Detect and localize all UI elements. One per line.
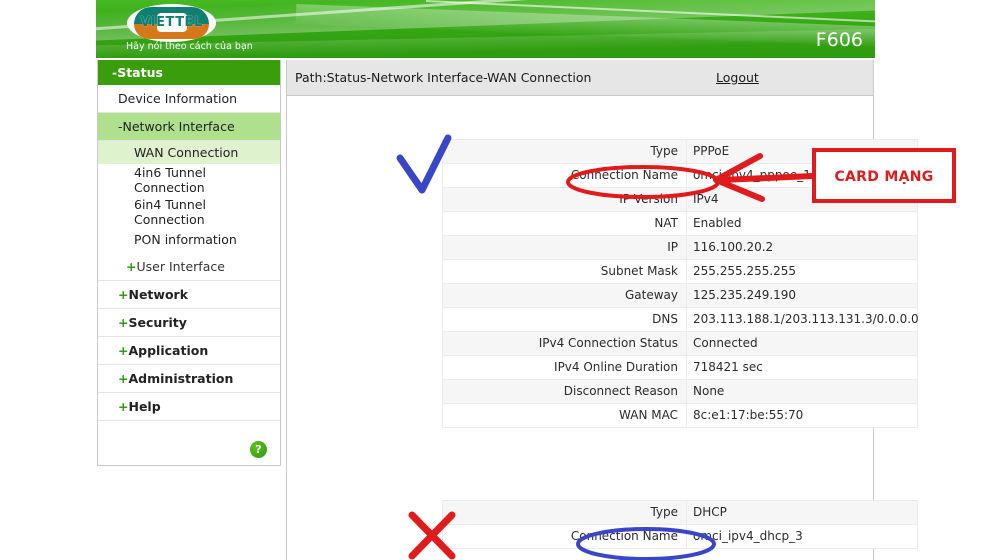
table-row: Connection Name omci_ipv4_dhcp_3 <box>443 525 918 549</box>
sidebar-item-administration[interactable]: +Administration <box>98 365 280 393</box>
help-icon[interactable]: ? <box>250 441 267 458</box>
sidebar-item-4in6-tunnel-connection[interactable]: 4in6 Tunnel Connection <box>98 164 244 196</box>
breadcrumb: Path:Status-Network Interface-WAN Connec… <box>295 70 591 85</box>
sidebar-item-label: 4in6 Tunnel Connection <box>134 165 206 195</box>
row-value: DHCP <box>687 501 918 525</box>
content-panel: Path:Status-Network Interface-WAN Connec… <box>286 60 874 560</box>
row-value: None <box>687 380 918 404</box>
table-row: Type DHCP <box>443 501 918 525</box>
row-value: Enabled <box>687 212 918 236</box>
table-row: WAN MAC 8c:e1:17:be:55:70 <box>443 404 918 428</box>
sidebar-item-label: Network <box>128 287 188 302</box>
plus-icon: + <box>118 287 128 302</box>
sidebar-item-label: WAN Connection <box>134 145 238 160</box>
sidebar-item-help[interactable]: +Help <box>98 393 280 421</box>
breadcrumb-bar: Path:Status-Network Interface-WAN Connec… <box>287 60 873 96</box>
row-label: DNS <box>443 308 687 332</box>
table-row: IPv4 Connection Status Connected <box>443 332 918 356</box>
sidebar-item-label: Device Information <box>118 91 237 106</box>
row-label: Type <box>443 140 687 164</box>
sidebar-item-status[interactable]: -Status <box>98 60 280 85</box>
plus-icon: + <box>118 315 128 330</box>
router-admin-page: VIETTEL Hãy nói theo cách của bạn F606 -… <box>96 0 875 560</box>
card-mang-callout-box: CARD MẠNG <box>812 148 956 203</box>
row-value: Connected <box>687 332 918 356</box>
sidebar-item-label: Security <box>128 315 186 330</box>
brand-tagline: Hãy nói theo cách của bạn <box>126 41 253 52</box>
plus-icon: + <box>118 399 128 414</box>
sidebar-item-label: PON information <box>134 232 237 247</box>
row-label: Connection Name <box>443 164 687 188</box>
sidebar-item-6in4-tunnel-connection[interactable]: 6in4 Tunnel Connection <box>98 196 244 228</box>
logo-oval-shape: VIETTEL <box>127 4 216 42</box>
row-label: Subnet Mask <box>443 260 687 284</box>
table-row: NAT Enabled <box>443 212 918 236</box>
plus-icon: + <box>118 343 128 358</box>
logout-link[interactable]: Logout <box>716 70 759 85</box>
sidebar-item-user-interface[interactable]: +User Interface <box>98 253 280 281</box>
sidebar-nav: -Status Device Information -Network Inte… <box>97 60 281 466</box>
sidebar-item-label: Application <box>128 343 208 358</box>
table-row: Disconnect Reason None <box>443 380 918 404</box>
viettel-logo: VIETTEL <box>127 4 216 42</box>
row-label: Type <box>443 501 687 525</box>
row-value: 255.255.255.255 <box>687 260 918 284</box>
table-row: Gateway 125.235.249.190 <box>443 284 918 308</box>
row-label: NAT <box>443 212 687 236</box>
row-label: IPv4 Connection Status <box>443 332 687 356</box>
header-swoosh-band-upper <box>296 4 875 51</box>
sidebar-footer: ? <box>98 421 280 465</box>
row-label: IP <box>443 236 687 260</box>
sidebar-item-network-interface[interactable]: -Network Interface <box>98 113 280 141</box>
row-value: 116.100.20.2 <box>687 236 918 260</box>
table-row: IP 116.100.20.2 <box>443 236 918 260</box>
row-label: Disconnect Reason <box>443 380 687 404</box>
sidebar-item-application[interactable]: +Application <box>98 337 280 365</box>
plus-icon: + <box>118 371 128 386</box>
row-label: IP Version <box>443 188 687 212</box>
row-value: 125.235.249.190 <box>687 284 918 308</box>
row-value: 203.113.188.1/203.113.131.3/0.0.0.0 <box>687 308 918 332</box>
sidebar-item-security[interactable]: +Security <box>98 309 280 337</box>
row-label: Gateway <box>443 284 687 308</box>
table-row: Subnet Mask 255.255.255.255 <box>443 260 918 284</box>
plus-icon: + <box>126 259 136 274</box>
row-label: Connection Name <box>443 525 687 549</box>
logo-wordmark: VIETTEL <box>127 15 216 30</box>
sidebar-item-label: Administration <box>128 371 233 386</box>
row-label: WAN MAC <box>443 404 687 428</box>
table-row: IPv4 Online Duration 718421 sec <box>443 356 918 380</box>
table-row: DNS 203.113.188.1/203.113.131.3/0.0.0.0 <box>443 308 918 332</box>
row-value: 8c:e1:17:be:55:70 <box>687 404 918 428</box>
sidebar-item-label: -Network Interface <box>118 119 235 134</box>
page-header: VIETTEL Hãy nói theo cách của bạn F606 <box>96 0 875 58</box>
row-value: omci_ipv4_dhcp_3 <box>687 525 918 549</box>
sidebar-item-label: 6in4 Tunnel Connection <box>134 197 206 227</box>
sidebar-item-device-information[interactable]: Device Information <box>98 85 280 113</box>
sidebar-item-network[interactable]: +Network <box>98 281 280 309</box>
sidebar-item-wan-connection[interactable]: WAN Connection <box>98 141 280 164</box>
sidebar-item-label: Help <box>128 399 160 414</box>
device-model: F606 <box>816 29 863 51</box>
sidebar-item-pon-information[interactable]: PON information <box>98 228 280 253</box>
header-swoosh-line-top <box>426 0 875 27</box>
wan-connection-table-dhcp: Type DHCP Connection Name omci_ipv4_dhcp… <box>442 500 918 549</box>
row-label: IPv4 Online Duration <box>443 356 687 380</box>
sidebar-item-label: User Interface <box>136 259 224 274</box>
row-value: 718421 sec <box>687 356 918 380</box>
card-mang-label: CARD MẠNG <box>816 169 952 185</box>
